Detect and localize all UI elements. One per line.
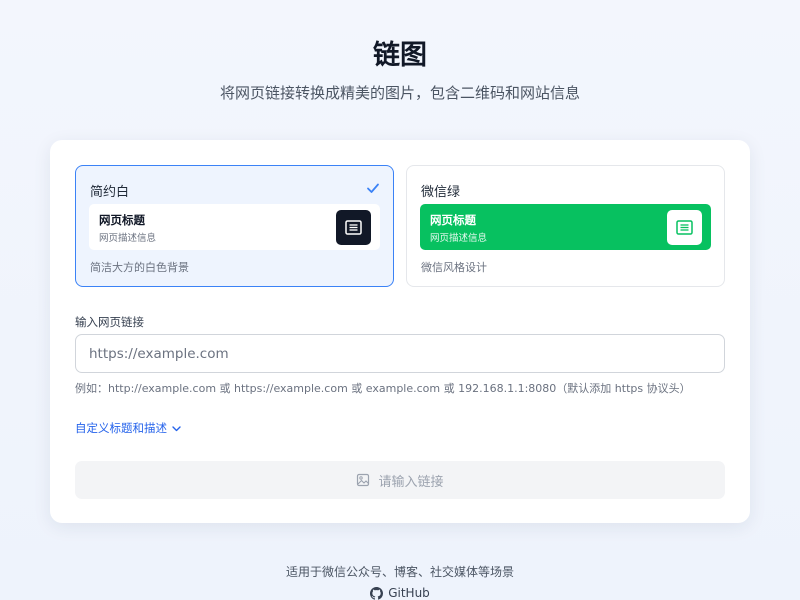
check-icon (367, 183, 379, 193)
theme-description: 简洁大方的白色背景 (90, 261, 189, 274)
app-title: 链图 (373, 40, 427, 71)
github-icon (370, 586, 384, 600)
preview-title: 网页标题 (99, 213, 145, 227)
github-label: GitHub (388, 586, 430, 600)
footer-text: 适用于微信公众号、博客、社交媒体等场景 (285, 565, 514, 579)
page: 链图 将网页链接转换成精美的图片，包含二维码和网站信息 简约白 网页标题 网页描… (0, 0, 800, 600)
url-label: 输入网页链接 (75, 315, 144, 329)
theme-preview: 网页标题 网页描述信息 (420, 204, 711, 250)
github-link[interactable]: GitHub (0, 586, 800, 600)
generate-button[interactable]: 请输入链接 (75, 461, 725, 499)
custom-title-toggle[interactable]: 自定义标题和描述 (75, 420, 182, 436)
document-icon (667, 210, 702, 245)
preview-description: 网页描述信息 (430, 233, 488, 244)
theme-description: 微信风格设计 (421, 261, 487, 274)
preview-title: 网页标题 (430, 213, 476, 227)
theme-name: 简约白 (90, 185, 130, 200)
custom-title-toggle-label: 自定义标题和描述 (75, 421, 167, 435)
theme-preview: 网页标题 网页描述信息 (89, 204, 380, 250)
theme-option-simple-white[interactable]: 简约白 网页标题 网页描述信息 简洁大方的白色背景 (75, 165, 394, 287)
preview-description: 网页描述信息 (99, 233, 157, 244)
theme-option-wechat-green[interactable]: 微信绿 网页标题 网页描述信息 微信风格设计 (406, 165, 725, 287)
image-icon (357, 473, 370, 487)
app-subtitle: 将网页链接转换成精美的图片，包含二维码和网站信息 (219, 84, 580, 102)
theme-name: 微信绿 (421, 185, 461, 200)
url-input[interactable] (75, 334, 725, 373)
chevron-down-icon (172, 425, 181, 431)
url-hint: 例如：http://example.com 或 https://example.… (75, 382, 691, 395)
main-card: 简约白 网页标题 网页描述信息 简洁大方的白色背景 微信绿 网页标题 网页描述信… (50, 140, 750, 523)
generate-button-label: 请输入链接 (378, 474, 444, 490)
document-icon (336, 210, 371, 245)
